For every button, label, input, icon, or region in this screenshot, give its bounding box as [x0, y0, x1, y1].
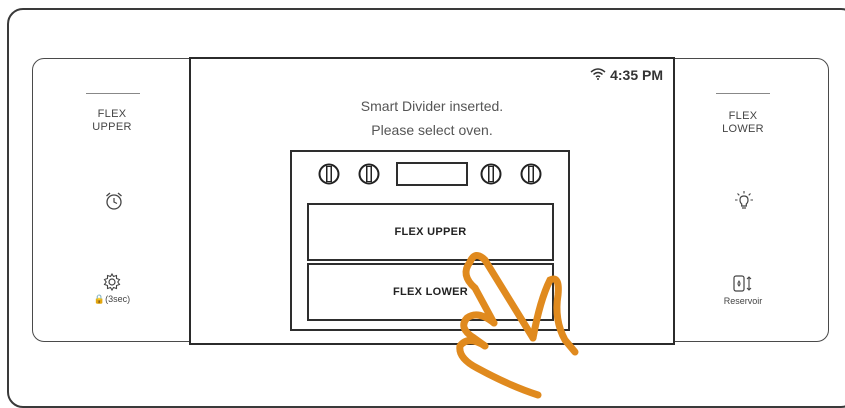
flex-upper-label-line2: UPPER: [92, 121, 132, 133]
knob-icon: [520, 163, 542, 190]
flex-lower-label-line1: FLEX: [728, 110, 758, 122]
oven-display-box: [396, 162, 468, 186]
knob-icon: [358, 163, 380, 190]
knob-icon: [480, 163, 502, 190]
reservoir-label: Reservoir: [723, 296, 763, 306]
clock-time: 4:35 PM: [610, 67, 663, 83]
knob-icon: [318, 163, 340, 190]
pointing-hand-icon: [430, 240, 590, 404]
wifi-icon: [590, 67, 606, 83]
flex-lower-side-label[interactable]: FLEX LOWER: [713, 110, 773, 136]
alarm-clock-icon[interactable]: [103, 190, 125, 217]
left-divider-line: [86, 93, 140, 94]
flex-upper-label-line1: FLEX: [97, 108, 127, 120]
message-line1: Smart Divider inserted.: [360, 98, 504, 114]
message-line2: Please select oven.: [371, 122, 493, 138]
status-bar: 4:35 PM: [590, 67, 663, 83]
flex-lower-label-line2: LOWER: [722, 123, 764, 135]
flex-upper-side-label[interactable]: FLEX UPPER: [82, 108, 142, 134]
settings-lock-caption: 🔒(3sec): [93, 294, 131, 304]
right-divider-line: [716, 93, 770, 94]
light-bulb-icon[interactable]: [733, 190, 755, 219]
